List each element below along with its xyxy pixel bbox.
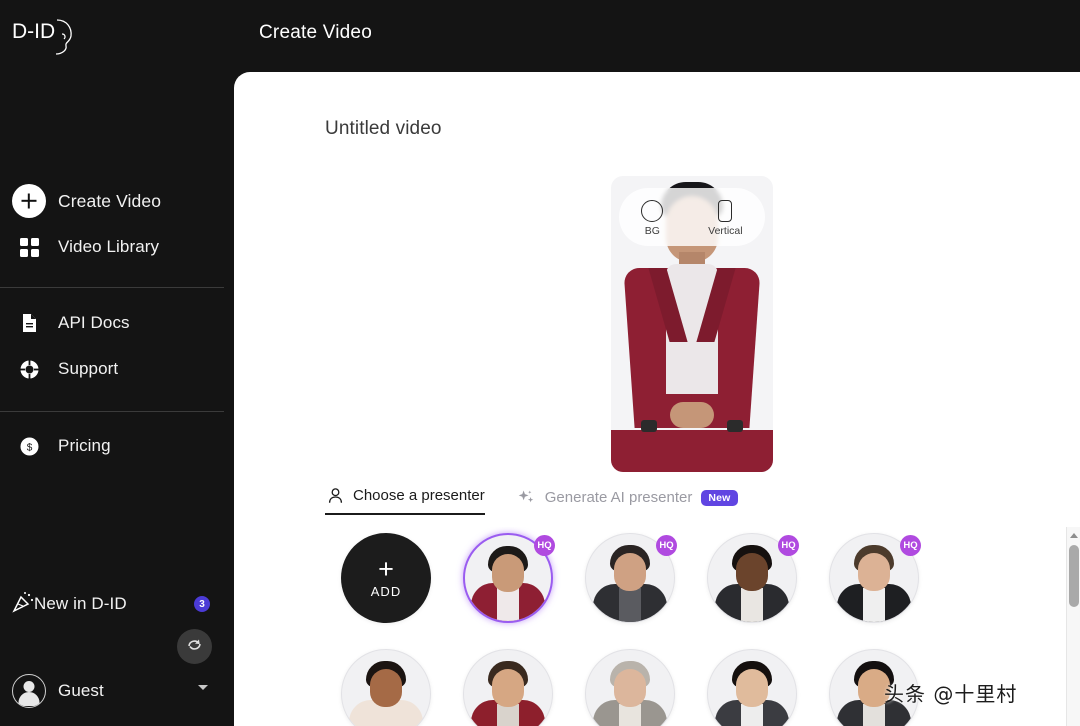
vertical-label: Vertical [708,224,743,237]
circle-outline-icon [641,198,664,224]
avatar [12,674,46,708]
scroll-up-button[interactable] [1067,527,1080,543]
tab-label: Choose a presenter [353,487,485,504]
app-root: D-ID Create Video Video Library API Docs… [0,0,1080,726]
add-label: ADD [370,583,402,599]
sidebar-item-label: Pricing [58,436,111,455]
presenter-grid: + ADD HQ HQ HQ HQ [325,527,1040,726]
tab-label: Generate AI presenter [544,489,693,506]
presenter-scrollbar[interactable] [1066,527,1080,726]
presenter-cell: + ADD [325,527,447,623]
presenter-cell: HQ [691,527,813,623]
scrollbar-thumb[interactable] [1069,545,1079,607]
topbar: Create Video [234,0,1080,72]
hq-badge: HQ [534,535,555,556]
sparkles-icon [517,489,537,506]
presenter-cell: HQ [813,527,935,623]
presenter-cell: HQ [447,527,569,623]
person-icon [325,487,345,504]
vertical-button[interactable]: Vertical [708,198,743,237]
sidebar-item-create-video[interactable]: Create Video [0,178,234,224]
page-title: Create Video [259,22,372,43]
hq-badge: HQ [778,535,799,556]
sidebar-item-support[interactable]: Support [0,346,234,392]
refresh-arrow-icon [186,636,203,658]
dollar-circle-icon: $ [12,429,46,463]
account-name: Guest [58,681,104,700]
presenter-cell: HQ [569,527,691,623]
lifebuoy-icon [12,352,46,386]
new-in-did-badge: 3 [194,596,210,612]
sidebar-item-video-library[interactable]: Video Library [0,224,234,270]
presenter-thumbnail [586,650,674,726]
tab-choose-a-presenter[interactable]: Choose a presenter [325,487,485,515]
main-panel: Untitled video BG Vertical Choose a pres… [234,72,1080,726]
did-logo-icon: D-ID [12,19,72,55]
presenter-tabs: Choose a presenter Generate AI presenter… [325,487,738,515]
sidebar-item-label: Video Library [58,237,160,256]
sidebar-secondary-group: API Docs Support [0,300,234,392]
sidebar-primary-group: Create Video Video Library [0,178,234,270]
presenter-cell [813,643,935,726]
preview-controls: BG Vertical [619,188,765,246]
presenter-cell [691,643,813,726]
sidebar-item-label: Create Video [58,190,162,211]
presenter-avatar-presenter-5[interactable] [341,649,431,726]
presenter-thumbnail [708,650,796,726]
sidebar-item-label: Support [58,359,119,378]
sidebar-divider-1 [0,287,224,288]
bg-label: BG [644,224,660,237]
presenter-avatar-presenter-8[interactable] [707,649,797,726]
account-menu[interactable]: Guest [0,668,234,714]
svg-text:$: $ [26,442,32,453]
svg-text:D-ID: D-ID [12,20,55,43]
video-title[interactable]: Untitled video [325,118,442,140]
add-presenter-button[interactable]: + ADD [341,533,431,623]
presenter-cell [447,643,569,726]
vertical-rect-icon [718,198,733,224]
grid-icon [12,230,46,264]
hq-badge: HQ [656,535,677,556]
presenter-avatar-presenter-6[interactable] [463,649,553,726]
refresh-button[interactable] [177,629,212,664]
sidebar-item-pricing[interactable]: $ Pricing [0,423,234,469]
document-icon [12,306,46,340]
sidebar: D-ID Create Video Video Library API Docs… [0,0,234,726]
plus-circle-icon [12,184,46,218]
sidebar-tertiary-group: $ Pricing [0,423,234,469]
presenter-thumbnail [342,650,430,726]
tab-generate-ai-presenter[interactable]: Generate AI presenter New [517,489,738,515]
presenter-thumbnail [464,650,552,726]
chevron-down-icon[interactable] [198,685,208,690]
video-preview[interactable]: BG Vertical [611,176,773,472]
chevron-up-icon [1070,532,1078,538]
presenter-avatar-presenter-7[interactable] [585,649,675,726]
presenter-thumbnail [830,650,918,726]
presenter-avatar-presenter-9[interactable] [829,649,919,726]
sidebar-divider-2 [0,411,224,412]
sidebar-item-api-docs[interactable]: API Docs [0,300,234,346]
party-popper-icon [12,591,34,618]
sidebar-item-label: New in D-ID [34,594,127,613]
did-logo[interactable]: D-ID [10,14,80,64]
presenter-cell [569,643,691,726]
presenter-row: + ADD HQ HQ HQ HQ [325,527,1040,623]
hq-badge: HQ [900,535,921,556]
presenter-row [325,643,1040,726]
presenter-cell [325,643,447,726]
bg-button[interactable]: BG [641,198,664,237]
plus-icon: + [378,553,394,584]
sidebar-item-label: API Docs [58,313,130,332]
new-badge: New [701,489,738,506]
